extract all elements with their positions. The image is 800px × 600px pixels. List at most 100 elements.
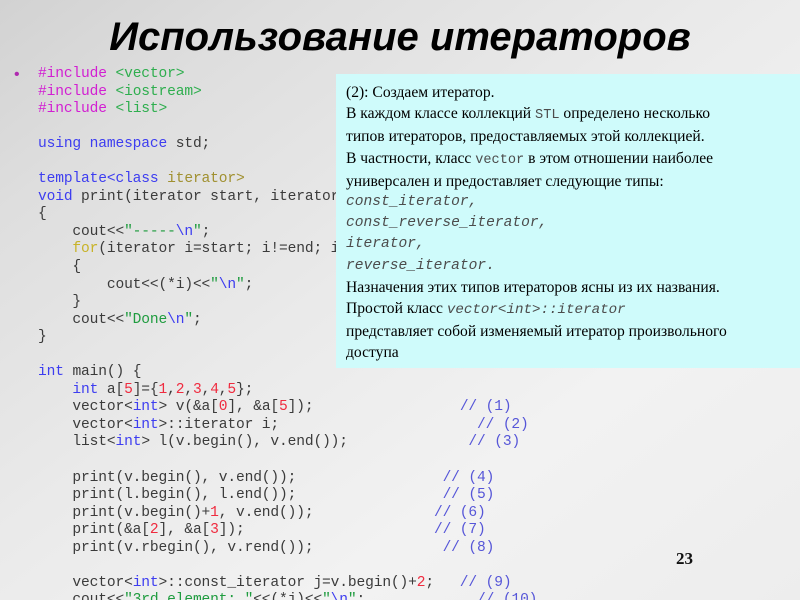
callout-line: универсален и предоставляет следующие ти… — [346, 172, 664, 190]
callout-line: const_reverse_iterator, — [346, 215, 548, 232]
code-token-pln: vector< — [38, 399, 133, 416]
callout-line: (2): Создаем итератор. — [346, 84, 495, 101]
code-token-str: " — [184, 311, 193, 328]
code-token-pln: ; — [201, 223, 211, 240]
code-token-typ: iterator> — [167, 171, 245, 188]
code-token-pln: cout<<(*i)<< — [38, 276, 211, 293]
code-line: vector<int>::iterator i; // (2) — [38, 417, 537, 435]
code-token-pln: main() { — [72, 364, 142, 381]
code-token-num: 2 — [149, 522, 159, 539]
code-token-for: for — [38, 241, 99, 258]
code-token-kw: void — [38, 188, 82, 205]
callout-line: представляет собой изменяемый итератор п… — [346, 323, 727, 341]
code-token-cmt: // (2) — [477, 416, 529, 433]
code-token-pln: std; — [175, 136, 211, 153]
code-token-pre: #include — [38, 101, 116, 118]
code-token-pln: } — [38, 294, 82, 311]
code-token-pln: print(v.begin(), v.end()); — [38, 469, 443, 486]
code-token-pln: vector< — [38, 574, 133, 591]
code-token-pln: > v(&a[ — [158, 399, 219, 416]
code-token-kw: int — [132, 574, 159, 591]
code-token-pln: , v.end()); — [218, 504, 434, 521]
code-token-pln: a[ — [106, 381, 125, 398]
code-token-pln: } — [38, 329, 47, 346]
page-title: Использование итераторов — [109, 15, 691, 59]
code-token-pln: , — [201, 381, 211, 398]
code-token-pln: vector< — [38, 416, 133, 433]
code-token-inc: <vector> — [115, 66, 185, 82]
code-token-cmt: // (1) — [459, 399, 512, 416]
callout-line: Простой класс vector<int>::iterator — [346, 298, 794, 321]
code-token-pln: ], &a[ — [158, 522, 211, 539]
code-token-inc: <iostream> — [115, 83, 202, 100]
slide-canvas: Использование итераторов • #include <vec… — [0, 0, 800, 600]
callout-line: const_iterator, — [346, 194, 478, 211]
code-token-kw: int — [38, 364, 73, 381]
code-token-pln: print(v.begin()+ — [38, 504, 211, 521]
code-token-cmt: // (3) — [468, 434, 521, 451]
code-token-cmt: // (7) — [433, 522, 486, 539]
callout-text: Простой класс — [346, 300, 447, 318]
code-token-pln: , — [167, 381, 176, 398]
code-token-num: 4 — [210, 381, 219, 398]
code-line: int a[5]={1,2,3,4,5}; — [38, 382, 537, 400]
code-line: print(l.begin(), l.end()); // (5) — [38, 487, 537, 505]
code-token-pre: #include — [38, 66, 116, 82]
code-token-pln: { — [38, 206, 47, 223]
code-token-kw: int — [38, 381, 107, 398]
code-token-kw: int — [115, 434, 142, 451]
annotation-callout-box: (2): Создаем итератор. В каждом классе к… — [336, 74, 800, 368]
code-token-num: 3 — [210, 522, 219, 539]
code-token-esc: \n — [218, 276, 236, 293]
code-token-num: 3 — [192, 381, 202, 398]
code-token-str: " — [192, 223, 202, 240]
code-token-pln: , — [184, 381, 193, 398]
code-token-pln: >::const_iterator j=v.begin()+ — [158, 574, 417, 591]
code-line: print(v.rbegin(), v.rend()); // (8) — [38, 540, 537, 558]
callout-line: reverse_iterator. — [346, 257, 495, 274]
code-token-cmt: // (8) — [442, 539, 495, 556]
code-token-pln: print(l.begin(), l.end()); — [38, 487, 443, 504]
code-token-pln: ; — [192, 311, 202, 328]
callout-code-span: vector — [475, 152, 525, 168]
code-token-pln: cout<< — [38, 223, 125, 240]
code-token-pln: print(&a[ — [38, 522, 150, 539]
code-token-cmt: // (4) — [442, 469, 495, 486]
code-token-pln: cout<< — [38, 592, 124, 600]
code-token-kw: int — [132, 416, 159, 433]
code-token-pln: cout<< — [38, 311, 125, 328]
code-token-pln: { — [38, 259, 82, 276]
code-token-num: 1 — [210, 504, 219, 521]
code-token-num: 5 — [227, 381, 237, 398]
callout-text: В каждом классе коллекций — [346, 105, 536, 123]
code-token-num: 5 — [279, 399, 288, 416]
code-line: print(&a[2], &a[3]); // (7) — [38, 522, 537, 540]
code-token-kw: template<class — [38, 171, 168, 188]
code-token-str: " — [322, 592, 331, 600]
code-token-kw: using namespace — [38, 136, 176, 153]
code-token-pln: ; — [425, 574, 460, 591]
code-token-str: "3rd element: " — [124, 592, 253, 600]
code-line: vector<int> v(&a[0], &a[5]); // (1) — [38, 399, 537, 417]
callout-text: в этом отношении наиболее — [524, 149, 714, 167]
code-token-pln: ]={ — [132, 381, 159, 398]
callout-line: iterator, — [346, 236, 425, 253]
page-number: 23 — [676, 549, 693, 568]
code-token-str: " — [348, 592, 357, 600]
callout-line: В частности, класс vector в этом отношен… — [346, 148, 794, 171]
code-line: print(v.begin(), v.end()); // (4) — [38, 470, 537, 488]
code-token-pln: }; — [236, 381, 254, 398]
callout-text: В частности, класс — [346, 149, 476, 167]
bullet-icon: • — [14, 66, 20, 83]
code-token-pln: (iterator i=start; i!=end; i++) — [98, 241, 366, 258]
callout-line: Назначения этих типов итераторов ясны из… — [346, 278, 720, 296]
code-token-pln: ; — [357, 592, 478, 600]
code-token-pre: #include — [38, 83, 116, 100]
callout-code-span: STL — [535, 108, 560, 124]
code-token-cmt: // (5) — [442, 487, 495, 504]
code-token-pln: list< — [38, 434, 116, 451]
code-token-pln: print(v.rbegin(), v.rend()); — [38, 539, 443, 556]
code-token-str: " — [210, 276, 219, 293]
